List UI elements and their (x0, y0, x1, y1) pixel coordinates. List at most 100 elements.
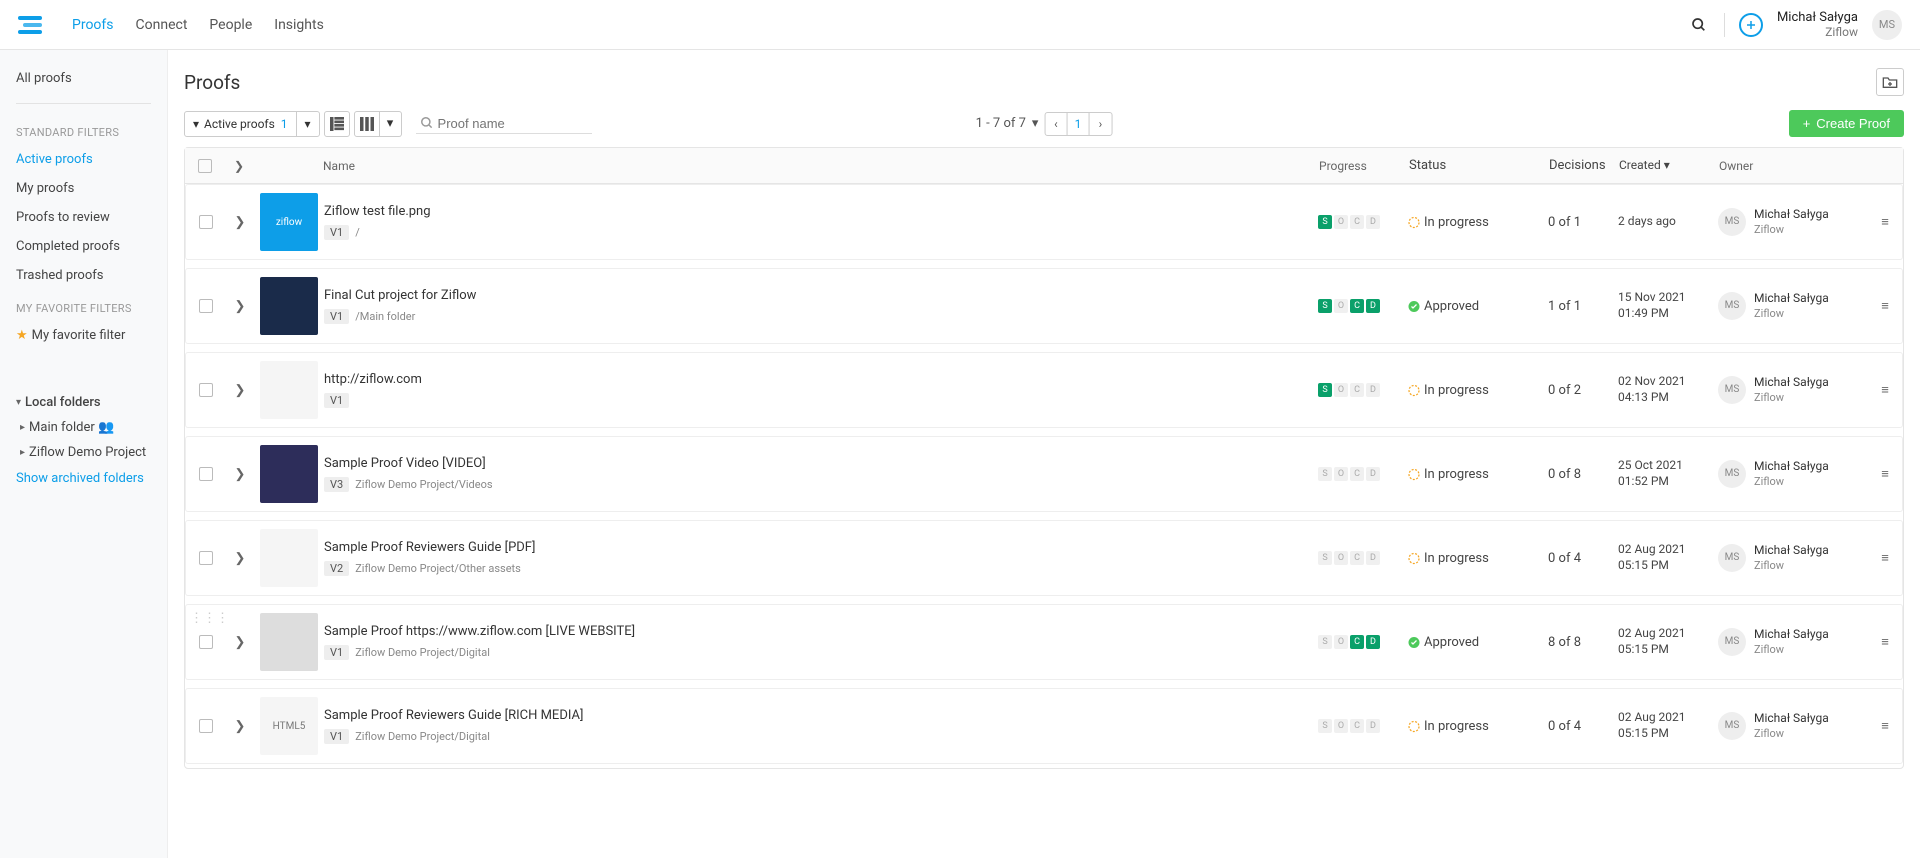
version-badge: V1 (324, 729, 349, 744)
row-expand[interactable]: ❯ (226, 467, 254, 482)
filter-dropdown[interactable]: ▾ (296, 112, 319, 136)
row-checkbox[interactable] (199, 215, 213, 229)
row-checkbox[interactable] (199, 383, 213, 397)
table-row[interactable]: ❯ Sample Proof Video [VIDEO] V3Ziflow De… (185, 436, 1903, 512)
main-nav: Proofs Connect People Insights (72, 17, 324, 33)
sidebar-my-proofs[interactable]: My proofs (0, 174, 167, 203)
sidebar-folder-main[interactable]: ▸Main folder 👥 (0, 415, 167, 440)
sidebar-folder-demo[interactable]: ▸Ziflow Demo Project (0, 440, 167, 465)
row-thumbnail[interactable] (260, 445, 318, 503)
row-menu[interactable]: ≡ (1868, 718, 1902, 734)
logo[interactable] (18, 14, 42, 36)
table-row[interactable]: ⋮⋮⋮ ❯ Sample Proof https://www.ziflow.co… (185, 604, 1903, 680)
separator (1724, 13, 1725, 37)
pagination-dropdown[interactable]: ▾ (1032, 116, 1039, 131)
progress-o-badge: O (1334, 215, 1348, 229)
row-menu[interactable]: ≡ (1868, 382, 1902, 398)
row-thumbnail[interactable] (260, 361, 318, 419)
proof-search[interactable] (416, 114, 592, 134)
table-row[interactable]: ❯ Sample Proof Reviewers Guide [PDF] V2Z… (185, 520, 1903, 596)
new-folder-button[interactable] (1876, 68, 1904, 96)
col-progress[interactable]: Progress (1319, 159, 1409, 173)
avatar[interactable]: MS (1872, 10, 1902, 40)
col-owner[interactable]: Owner (1719, 159, 1869, 173)
proof-name[interactable]: Final Cut project for Ziflow (324, 288, 1308, 303)
version-badge: V1 (324, 309, 349, 324)
sidebar-completed-proofs[interactable]: Completed proofs (0, 232, 167, 261)
row-menu[interactable]: ≡ (1868, 550, 1902, 566)
row-thumbnail[interactable] (260, 529, 318, 587)
row-expand[interactable]: ❯ (226, 383, 254, 398)
table-row[interactable]: ❯ ziflow Ziflow test file.png V1/ SOCD I… (185, 184, 1903, 260)
row-checkbox[interactable] (199, 551, 213, 565)
sidebar-favorite-filter[interactable]: ★My favorite filter (0, 321, 167, 350)
table-row[interactable]: ❯ HTML5 Sample Proof Reviewers Guide [RI… (185, 688, 1903, 764)
expand-all[interactable]: ❯ (225, 159, 253, 173)
col-name[interactable]: Name (323, 159, 1319, 173)
col-decisions[interactable]: Decisions (1549, 158, 1619, 173)
progress-c-badge: C (1350, 299, 1364, 313)
search-icon[interactable] (1688, 14, 1710, 36)
table-row[interactable]: ❯ http://ziflow.com V1 SOCD In progress … (185, 352, 1903, 428)
row-menu[interactable]: ≡ (1868, 634, 1902, 650)
sidebar-show-archived[interactable]: Show archived folders (0, 465, 167, 492)
view-dropdown[interactable]: ▾ (380, 111, 402, 137)
row-checkbox[interactable] (199, 467, 213, 481)
page-prev[interactable]: ‹ (1045, 113, 1067, 135)
create-proof-button[interactable]: +Create Proof (1789, 110, 1904, 137)
row-expand[interactable]: ❯ (226, 299, 254, 314)
row-checkbox[interactable] (199, 719, 213, 733)
created-date: 25 Oct 2021 (1618, 458, 1718, 474)
row-checkbox[interactable] (199, 635, 213, 649)
row-expand[interactable]: ❯ (226, 719, 254, 734)
page-current[interactable]: 1 (1067, 113, 1089, 135)
decisions-text: 1 of 1 (1548, 299, 1618, 314)
proof-search-input[interactable] (438, 116, 588, 131)
proof-name[interactable]: Sample Proof Reviewers Guide [RICH MEDIA… (324, 708, 1308, 723)
owner-org: Ziflow (1754, 391, 1829, 405)
col-created[interactable]: Created ▾ (1619, 158, 1719, 174)
add-button[interactable] (1739, 13, 1763, 37)
row-expand[interactable]: ❯ (226, 635, 254, 650)
nav-insights[interactable]: Insights (274, 17, 324, 33)
row-expand[interactable]: ❯ (226, 215, 254, 230)
filter-chip[interactable]: ▾Active proofs 1 ▾ (184, 111, 320, 137)
row-thumbnail[interactable]: HTML5 (260, 697, 318, 755)
col-status[interactable]: Status (1409, 158, 1549, 173)
decisions-text: 0 of 4 (1548, 719, 1618, 734)
sidebar-all-proofs[interactable]: All proofs (0, 64, 167, 93)
view-mode-columns[interactable] (354, 111, 380, 137)
user-block[interactable]: Michał Sałyga Ziflow (1777, 10, 1858, 40)
progress-s-badge: S (1318, 299, 1332, 313)
proof-name[interactable]: Sample Proof https://www.ziflow.com [LIV… (324, 624, 1308, 639)
row-menu[interactable]: ≡ (1868, 466, 1902, 482)
sidebar-active-proofs[interactable]: Active proofs (0, 145, 167, 174)
row-menu[interactable]: ≡ (1868, 298, 1902, 314)
proof-name[interactable]: http://ziflow.com (324, 372, 1308, 387)
select-all-checkbox[interactable] (198, 159, 212, 173)
row-checkbox[interactable] (199, 299, 213, 313)
proof-path: / (355, 226, 360, 239)
row-thumbnail[interactable] (260, 613, 318, 671)
view-mode-list[interactable] (324, 111, 350, 137)
drag-handle-icon[interactable]: ⋮⋮⋮ (190, 611, 229, 626)
sidebar-trashed-proofs[interactable]: Trashed proofs (0, 261, 167, 290)
row-menu[interactable]: ≡ (1868, 214, 1902, 230)
proof-name[interactable]: Sample Proof Reviewers Guide [PDF] (324, 540, 1308, 555)
row-thumbnail[interactable]: ziflow (260, 193, 318, 251)
nav-people[interactable]: People (209, 17, 252, 33)
proof-name[interactable]: Sample Proof Video [VIDEO] (324, 456, 1308, 471)
nav-proofs[interactable]: Proofs (72, 17, 114, 33)
row-expand[interactable]: ❯ (226, 551, 254, 566)
status-text: In progress (1424, 383, 1489, 398)
sidebar-favorite-header: MY FAVORITE FILTERS (0, 290, 167, 321)
table-row[interactable]: ❯ Final Cut project for Ziflow V1/Main f… (185, 268, 1903, 344)
sidebar-local-folders[interactable]: ▾Local folders (0, 390, 167, 415)
page-next[interactable]: › (1089, 113, 1111, 135)
row-thumbnail[interactable] (260, 277, 318, 335)
in-progress-icon (1408, 216, 1420, 228)
sidebar-proofs-review[interactable]: Proofs to review (0, 203, 167, 232)
nav-connect[interactable]: Connect (136, 17, 188, 33)
proof-name[interactable]: Ziflow test file.png (324, 204, 1308, 219)
progress-s-badge: S (1318, 551, 1332, 565)
